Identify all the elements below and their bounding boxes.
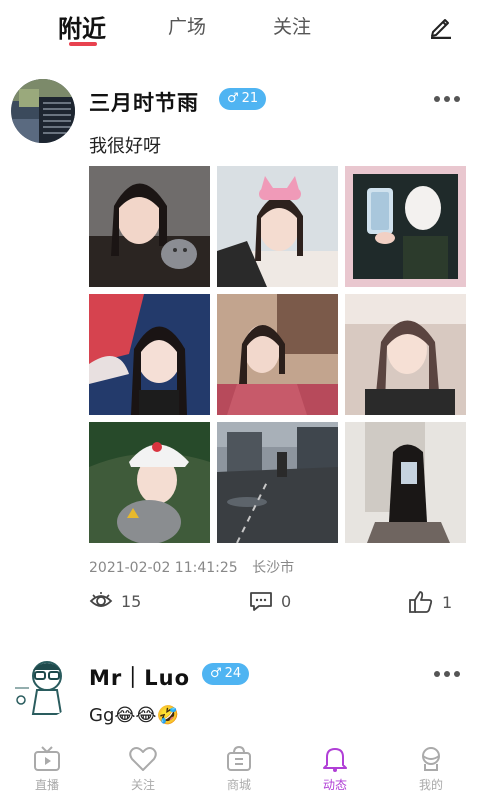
more-options-button[interactable] — [434, 669, 460, 679]
male-icon: ♂ — [210, 666, 222, 681]
nav-item-shop[interactable]: 商城 — [209, 736, 269, 800]
bell-icon — [323, 748, 347, 772]
tv-icon — [34, 746, 60, 771]
nav-item-live[interactable]: 直播 — [17, 736, 77, 800]
post-text: Gg😂😂🤣 — [89, 705, 179, 726]
post-card: Mr｜Luo ♂ 24 Gg😂😂🤣 — [0, 0, 480, 736]
nav-item-profile[interactable]: 我的 — [401, 736, 461, 800]
shop-bag-icon — [227, 746, 251, 771]
gender-age-badge: ♂ 24 — [202, 663, 250, 685]
profile-icon — [422, 747, 440, 771]
username[interactable]: Mr｜Luo — [89, 662, 190, 692]
bottom-nav-bar: 直播 关注 商城 动态 我的 — [0, 736, 480, 800]
avatar[interactable] — [11, 654, 75, 718]
heart-icon — [129, 747, 157, 771]
nav-item-following[interactable]: 关注 — [113, 736, 173, 800]
age-label: 24 — [224, 666, 242, 681]
nav-item-moments[interactable]: 动态 — [305, 736, 365, 800]
